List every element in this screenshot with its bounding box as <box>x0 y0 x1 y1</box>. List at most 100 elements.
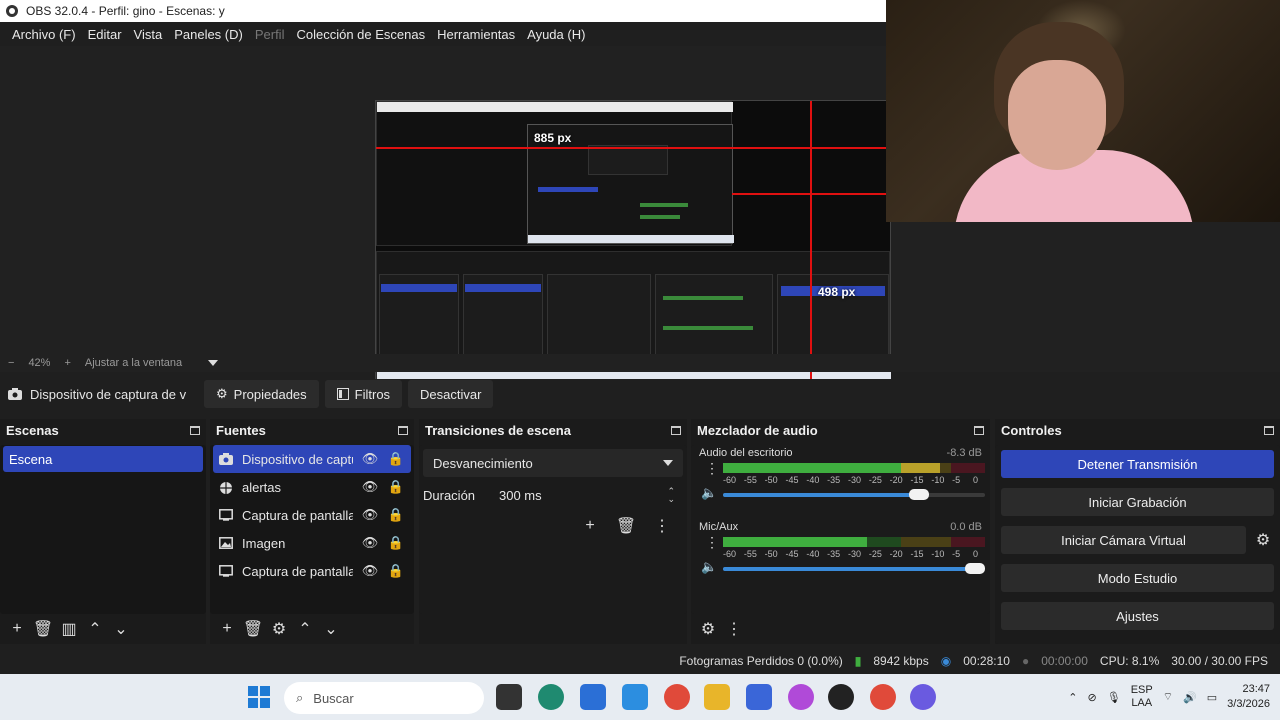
filter-icon[interactable]: ▥ <box>56 616 82 642</box>
volume-icon[interactable]: 🔊 <box>1183 691 1197 704</box>
scene-item[interactable]: Escena <box>3 446 203 472</box>
windows-start-icon[interactable] <box>248 686 270 708</box>
chevron-down-icon[interactable]: ⌄ <box>318 616 344 642</box>
add-icon[interactable]: + <box>4 616 30 642</box>
control-button[interactable]: Iniciar Cámara Virtual <box>1001 526 1246 554</box>
network-off-icon[interactable]: ⊘ <box>1088 691 1097 704</box>
undock-icon[interactable] <box>398 425 408 435</box>
scale-tick: -40 <box>806 549 820 559</box>
menu-item-3[interactable]: Paneles (D) <box>168 27 249 42</box>
preview-canvas[interactable]: 885 px 498 px <box>375 100 892 393</box>
duration-spinbox[interactable]: 300 ms ⌃ ⌄ <box>491 482 683 508</box>
lock-icon[interactable]: 🔒 <box>387 479 405 495</box>
undock-icon[interactable] <box>1264 425 1274 435</box>
more-vertical-icon[interactable]: ⋮ <box>649 513 675 539</box>
source-item[interactable]: Dispositivo de captur 👁 🔒 <box>213 445 411 473</box>
control-button[interactable]: Ajustes <box>1001 602 1274 630</box>
trash-icon[interactable]: 🗑 <box>613 513 639 539</box>
chrome-icon[interactable] <box>664 684 690 710</box>
wifi-icon[interactable]: ⌔ <box>1163 690 1173 704</box>
task-view-icon[interactable] <box>496 684 522 710</box>
trash-icon[interactable]: 🗑 <box>240 616 266 642</box>
microphone-icon[interactable]: 🎙 <box>1107 691 1121 704</box>
more-vertical-icon[interactable]: ⋮ <box>721 616 747 642</box>
messenger-icon[interactable] <box>910 684 936 710</box>
mixer-title: Mezclador de audio <box>697 422 818 438</box>
lock-icon[interactable]: 🔒 <box>387 507 405 523</box>
volume-slider-handle[interactable] <box>965 563 985 574</box>
speaker-icon[interactable]: 🔈 <box>701 485 717 501</box>
scale-tick: -10 <box>931 549 945 559</box>
source-item[interactable]: alertas 👁 🔒 <box>213 473 411 501</box>
advanced-audio-icon[interactable]: ⚙ <box>695 616 721 642</box>
add-icon[interactable]: + <box>214 616 240 642</box>
channel-db: -8.3 dB <box>946 447 982 459</box>
scale-tick: 0 <box>973 475 979 485</box>
chevron-up-icon[interactable]: ⌃ <box>1068 691 1077 704</box>
menu-item-1[interactable]: Editar <box>82 27 128 42</box>
chevron-up-icon[interactable]: ⌃ <box>82 616 108 642</box>
taskbar-search[interactable]: ⌕ Buscar <box>284 682 484 714</box>
lock-icon[interactable]: 🔒 <box>387 451 405 467</box>
more-vertical-icon[interactable]: ⋮ <box>705 535 719 549</box>
volume-slider[interactable] <box>723 489 985 500</box>
language-indicator[interactable]: ESP LAA <box>1131 684 1153 710</box>
speaker-icon[interactable]: 🔈 <box>701 559 717 575</box>
properties-button[interactable]: ⚙ Propiedades <box>204 380 319 408</box>
scale-tick: -55 <box>743 549 757 559</box>
chrome-profile-icon[interactable] <box>870 684 896 710</box>
battery-icon[interactable]: ▭ <box>1207 691 1217 704</box>
control-button[interactable]: Detener Transmisión <box>1001 450 1274 478</box>
search-icon: ⌕ <box>296 690 304 705</box>
menu-item-2[interactable]: Vista <box>128 27 169 42</box>
eye-icon[interactable]: 👁 <box>361 479 379 495</box>
zoom-out-button[interactable]: − <box>8 357 14 369</box>
spin-arrows-icon[interactable]: ⌃ ⌄ <box>667 487 675 504</box>
copilot-icon[interactable] <box>788 684 814 710</box>
menu-item-7[interactable]: Ayuda (H) <box>521 27 591 42</box>
lock-icon[interactable]: 🔒 <box>387 563 405 579</box>
source-item[interactable]: Captura de pantalla 2 👁 🔒 <box>213 501 411 529</box>
undock-icon[interactable] <box>190 425 200 435</box>
eye-icon[interactable]: 👁 <box>361 451 379 467</box>
volume-slider[interactable] <box>723 563 985 574</box>
chevron-down-icon[interactable]: ⌄ <box>108 616 134 642</box>
virtual-camera-settings-icon[interactable]: ⚙ <box>1250 527 1276 553</box>
eye-icon[interactable]: 👁 <box>361 535 379 551</box>
filters-button[interactable]: Filtros <box>324 380 403 408</box>
outlook-icon[interactable] <box>580 684 606 710</box>
menu-item-0[interactable]: Archivo (F) <box>6 27 82 42</box>
lock-icon[interactable]: 🔒 <box>387 535 405 551</box>
file-explorer-icon[interactable] <box>704 684 730 710</box>
trash-icon[interactable]: 🗑 <box>30 616 56 642</box>
control-button[interactable]: Modo Estudio <box>1001 564 1274 592</box>
volume-slider-handle[interactable] <box>909 489 930 500</box>
more-vertical-icon[interactable]: ⋮ <box>705 461 719 475</box>
clock[interactable]: 23:47 3/3/2026 <box>1227 682 1270 712</box>
eye-icon[interactable]: 👁 <box>361 563 379 579</box>
menu-item-6[interactable]: Herramientas <box>431 27 521 42</box>
undock-icon[interactable] <box>671 425 681 435</box>
add-icon[interactable]: + <box>577 513 603 539</box>
store-icon[interactable] <box>622 684 648 710</box>
chevron-up-icon[interactable]: ⌃ <box>292 616 318 642</box>
source-item[interactable]: Imagen 👁 🔒 <box>213 529 411 557</box>
zoom-in-button[interactable]: + <box>64 357 70 369</box>
eye-icon[interactable]: 👁 <box>361 507 379 523</box>
edge-icon[interactable] <box>538 684 564 710</box>
scale-tick: -45 <box>785 475 799 485</box>
menu-item-4[interactable]: Perfil <box>249 27 291 42</box>
gear-icon[interactable]: ⚙ <box>266 616 292 642</box>
transition-select[interactable]: Desvanecimiento <box>423 449 683 477</box>
chevron-down-icon[interactable] <box>208 360 219 366</box>
browser-icon[interactable] <box>746 684 772 710</box>
volume-meter <box>723 537 985 547</box>
deactivate-button[interactable]: Desactivar <box>408 380 494 408</box>
undock-icon[interactable] <box>974 425 984 435</box>
menu-item-5[interactable]: Colección de Escenas <box>290 27 431 42</box>
signal-bars-icon: ▮ <box>854 654 862 668</box>
obs-taskbar-icon[interactable] <box>828 684 854 710</box>
source-item[interactable]: Captura de pantalla 👁 🔒 <box>213 557 411 585</box>
status-bar: Fotogramas Perdidos 0 (0.0%) ▮ 8942 kbps… <box>0 648 1280 674</box>
control-button[interactable]: Iniciar Grabación <box>1001 488 1274 516</box>
